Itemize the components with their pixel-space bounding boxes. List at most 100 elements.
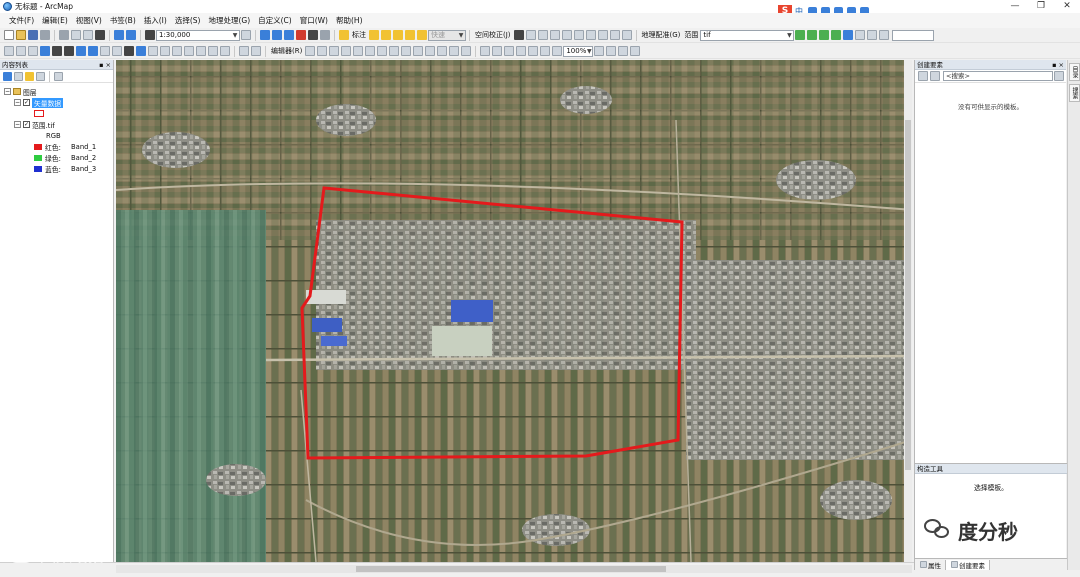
transparency-input[interactable]	[892, 29, 935, 41]
band-row[interactable]: 红色: Band_1	[0, 141, 113, 152]
minimize-button[interactable]: —	[1002, 0, 1028, 13]
panel-pin-close-icon[interactable]: ▪ ×	[1052, 60, 1064, 70]
end-point-arc-icon[interactable]	[341, 46, 352, 56]
attributes-icon[interactable]	[437, 46, 448, 56]
tab-search[interactable]: 搜索	[1069, 84, 1080, 102]
fixed-zoom-out-icon[interactable]	[64, 46, 74, 56]
attribute-transfer-icon[interactable]	[609, 30, 620, 40]
red-channel-swatch[interactable]	[34, 143, 42, 150]
select-elements-icon[interactable]	[124, 46, 134, 56]
print-icon[interactable]	[40, 30, 50, 40]
organize-templates-icon[interactable]	[918, 71, 928, 81]
hyperlink-icon[interactable]	[148, 46, 158, 56]
new-displacement-link-icon[interactable]	[525, 30, 536, 40]
editor-toolbar-icon[interactable]	[241, 30, 251, 40]
menu-edit[interactable]: 编辑(E)	[38, 15, 72, 26]
go-to-xy-icon[interactable]	[208, 46, 218, 56]
lock-labels-icon[interactable]	[405, 30, 415, 40]
menu-geoprocessing[interactable]: 地理处理(G)	[204, 15, 254, 26]
edit-tool-icon[interactable]	[305, 46, 316, 56]
label-weight-icon[interactable]	[381, 30, 391, 40]
tab-properties[interactable]: 属性	[915, 560, 945, 570]
menu-insert[interactable]: 插入(I)	[140, 15, 171, 26]
blue-channel-swatch[interactable]	[34, 165, 42, 172]
list-by-drawing-order-icon[interactable]	[3, 71, 12, 81]
scroll-thumb[interactable]	[905, 120, 911, 470]
template-search-input[interactable]: <搜索>	[943, 71, 1053, 81]
catalog-icon[interactable]	[272, 30, 282, 40]
layout-zoom-in-icon[interactable]	[480, 46, 491, 56]
list-by-selection-icon[interactable]	[36, 71, 45, 81]
layers-group-label[interactable]: 图层	[23, 87, 37, 97]
select-elements-icon[interactable]	[513, 30, 524, 40]
label-quality-combo[interactable]: 快速 ▼	[428, 29, 466, 41]
modify-link-icon[interactable]	[537, 30, 548, 40]
cut-polygons-icon[interactable]	[401, 46, 412, 56]
menu-help[interactable]: 帮助(H)	[332, 15, 367, 26]
tree-row-vector-symbol[interactable]	[0, 108, 113, 119]
point-icon[interactable]	[365, 46, 376, 56]
clear-selection-icon[interactable]	[112, 46, 122, 56]
map-scale-combo[interactable]: 1:30,000 ▼	[156, 29, 240, 41]
visibility-checkbox[interactable]: ✓	[23, 99, 30, 106]
list-by-visibility-icon[interactable]	[25, 71, 34, 81]
menu-windows[interactable]: 窗口(W)	[296, 15, 332, 26]
scroll-thumb[interactable]	[356, 566, 666, 572]
new-limited-adjustment-icon[interactable]	[573, 30, 584, 40]
layout-icon[interactable]	[251, 46, 261, 56]
band-row[interactable]: 蓝色: Band_3	[0, 163, 113, 174]
redo-icon[interactable]	[126, 30, 136, 40]
view-unplaced-icon[interactable]	[417, 30, 427, 40]
create-viewer-icon[interactable]	[239, 46, 249, 56]
vector-layer-label[interactable]: 矢量数据	[32, 97, 64, 108]
fixed-layout-zoom-icon[interactable]	[540, 46, 551, 56]
effects-icon[interactable]	[867, 30, 878, 40]
edit-annotation-icon[interactable]	[317, 46, 328, 56]
map-vertical-scrollbar[interactable]	[904, 60, 912, 562]
collapse-icon[interactable]: −	[14, 121, 21, 128]
menu-bookmarks[interactable]: 书签(B)	[106, 15, 140, 26]
sketch-properties-icon[interactable]	[449, 46, 460, 56]
pan-icon[interactable]	[28, 46, 38, 56]
find-icon[interactable]	[184, 46, 194, 56]
label-manager-icon[interactable]	[339, 30, 349, 40]
georeferencing-menu[interactable]: 地理配准(G)	[642, 30, 681, 40]
layout-pan-icon[interactable]	[504, 46, 515, 56]
label-priority-icon[interactable]	[393, 30, 403, 40]
table-of-contents-icon[interactable]	[260, 30, 270, 40]
collapse-icon[interactable]: −	[4, 88, 11, 95]
modelbuilder-icon[interactable]	[320, 30, 330, 40]
add-data-icon[interactable]	[145, 30, 155, 40]
zoom-out-icon[interactable]	[16, 46, 26, 56]
filter-icon[interactable]	[930, 71, 940, 81]
panel-pin-close-icon[interactable]: ▪ ×	[99, 60, 111, 70]
shift-icon[interactable]	[807, 30, 818, 40]
trace-icon[interactable]	[353, 46, 364, 56]
link-table-icon[interactable]	[843, 30, 854, 40]
close-button[interactable]: ✕	[1054, 0, 1080, 13]
search-window-icon[interactable]	[284, 30, 294, 40]
menu-file[interactable]: 文件(F)	[5, 15, 38, 26]
zoom-whole-page-icon[interactable]	[516, 46, 527, 56]
tab-catalog[interactable]: 目录	[1069, 63, 1080, 81]
maximize-button[interactable]: ❐	[1028, 0, 1054, 13]
straight-segment-icon[interactable]	[329, 46, 340, 56]
data-driven-pages-icon[interactable]	[630, 46, 641, 56]
menu-selection[interactable]: 选择(S)	[171, 15, 205, 26]
adjust-transparency-icon[interactable]	[879, 30, 890, 40]
layout-zoom-combo[interactable]: 100% ▼	[563, 45, 594, 57]
menu-customize[interactable]: 自定义(C)	[254, 15, 296, 26]
fixed-zoom-in-icon[interactable]	[52, 46, 62, 56]
full-extent-icon[interactable]	[40, 46, 50, 56]
rotate-feature-icon[interactable]	[425, 46, 436, 56]
list-by-source-icon[interactable]	[14, 71, 23, 81]
new-identity-link-icon[interactable]	[561, 30, 572, 40]
collapse-icon[interactable]: −	[14, 99, 21, 106]
clear-limited-adjustment-icon[interactable]	[585, 30, 596, 40]
toc-options-icon[interactable]	[54, 71, 63, 81]
zoom-100-icon[interactable]	[528, 46, 539, 56]
band-row[interactable]: 绿色: Band_2	[0, 152, 113, 163]
map-view[interactable]	[116, 60, 912, 562]
go-back-layout-icon[interactable]	[552, 46, 563, 56]
search-icon[interactable]	[1054, 71, 1064, 81]
